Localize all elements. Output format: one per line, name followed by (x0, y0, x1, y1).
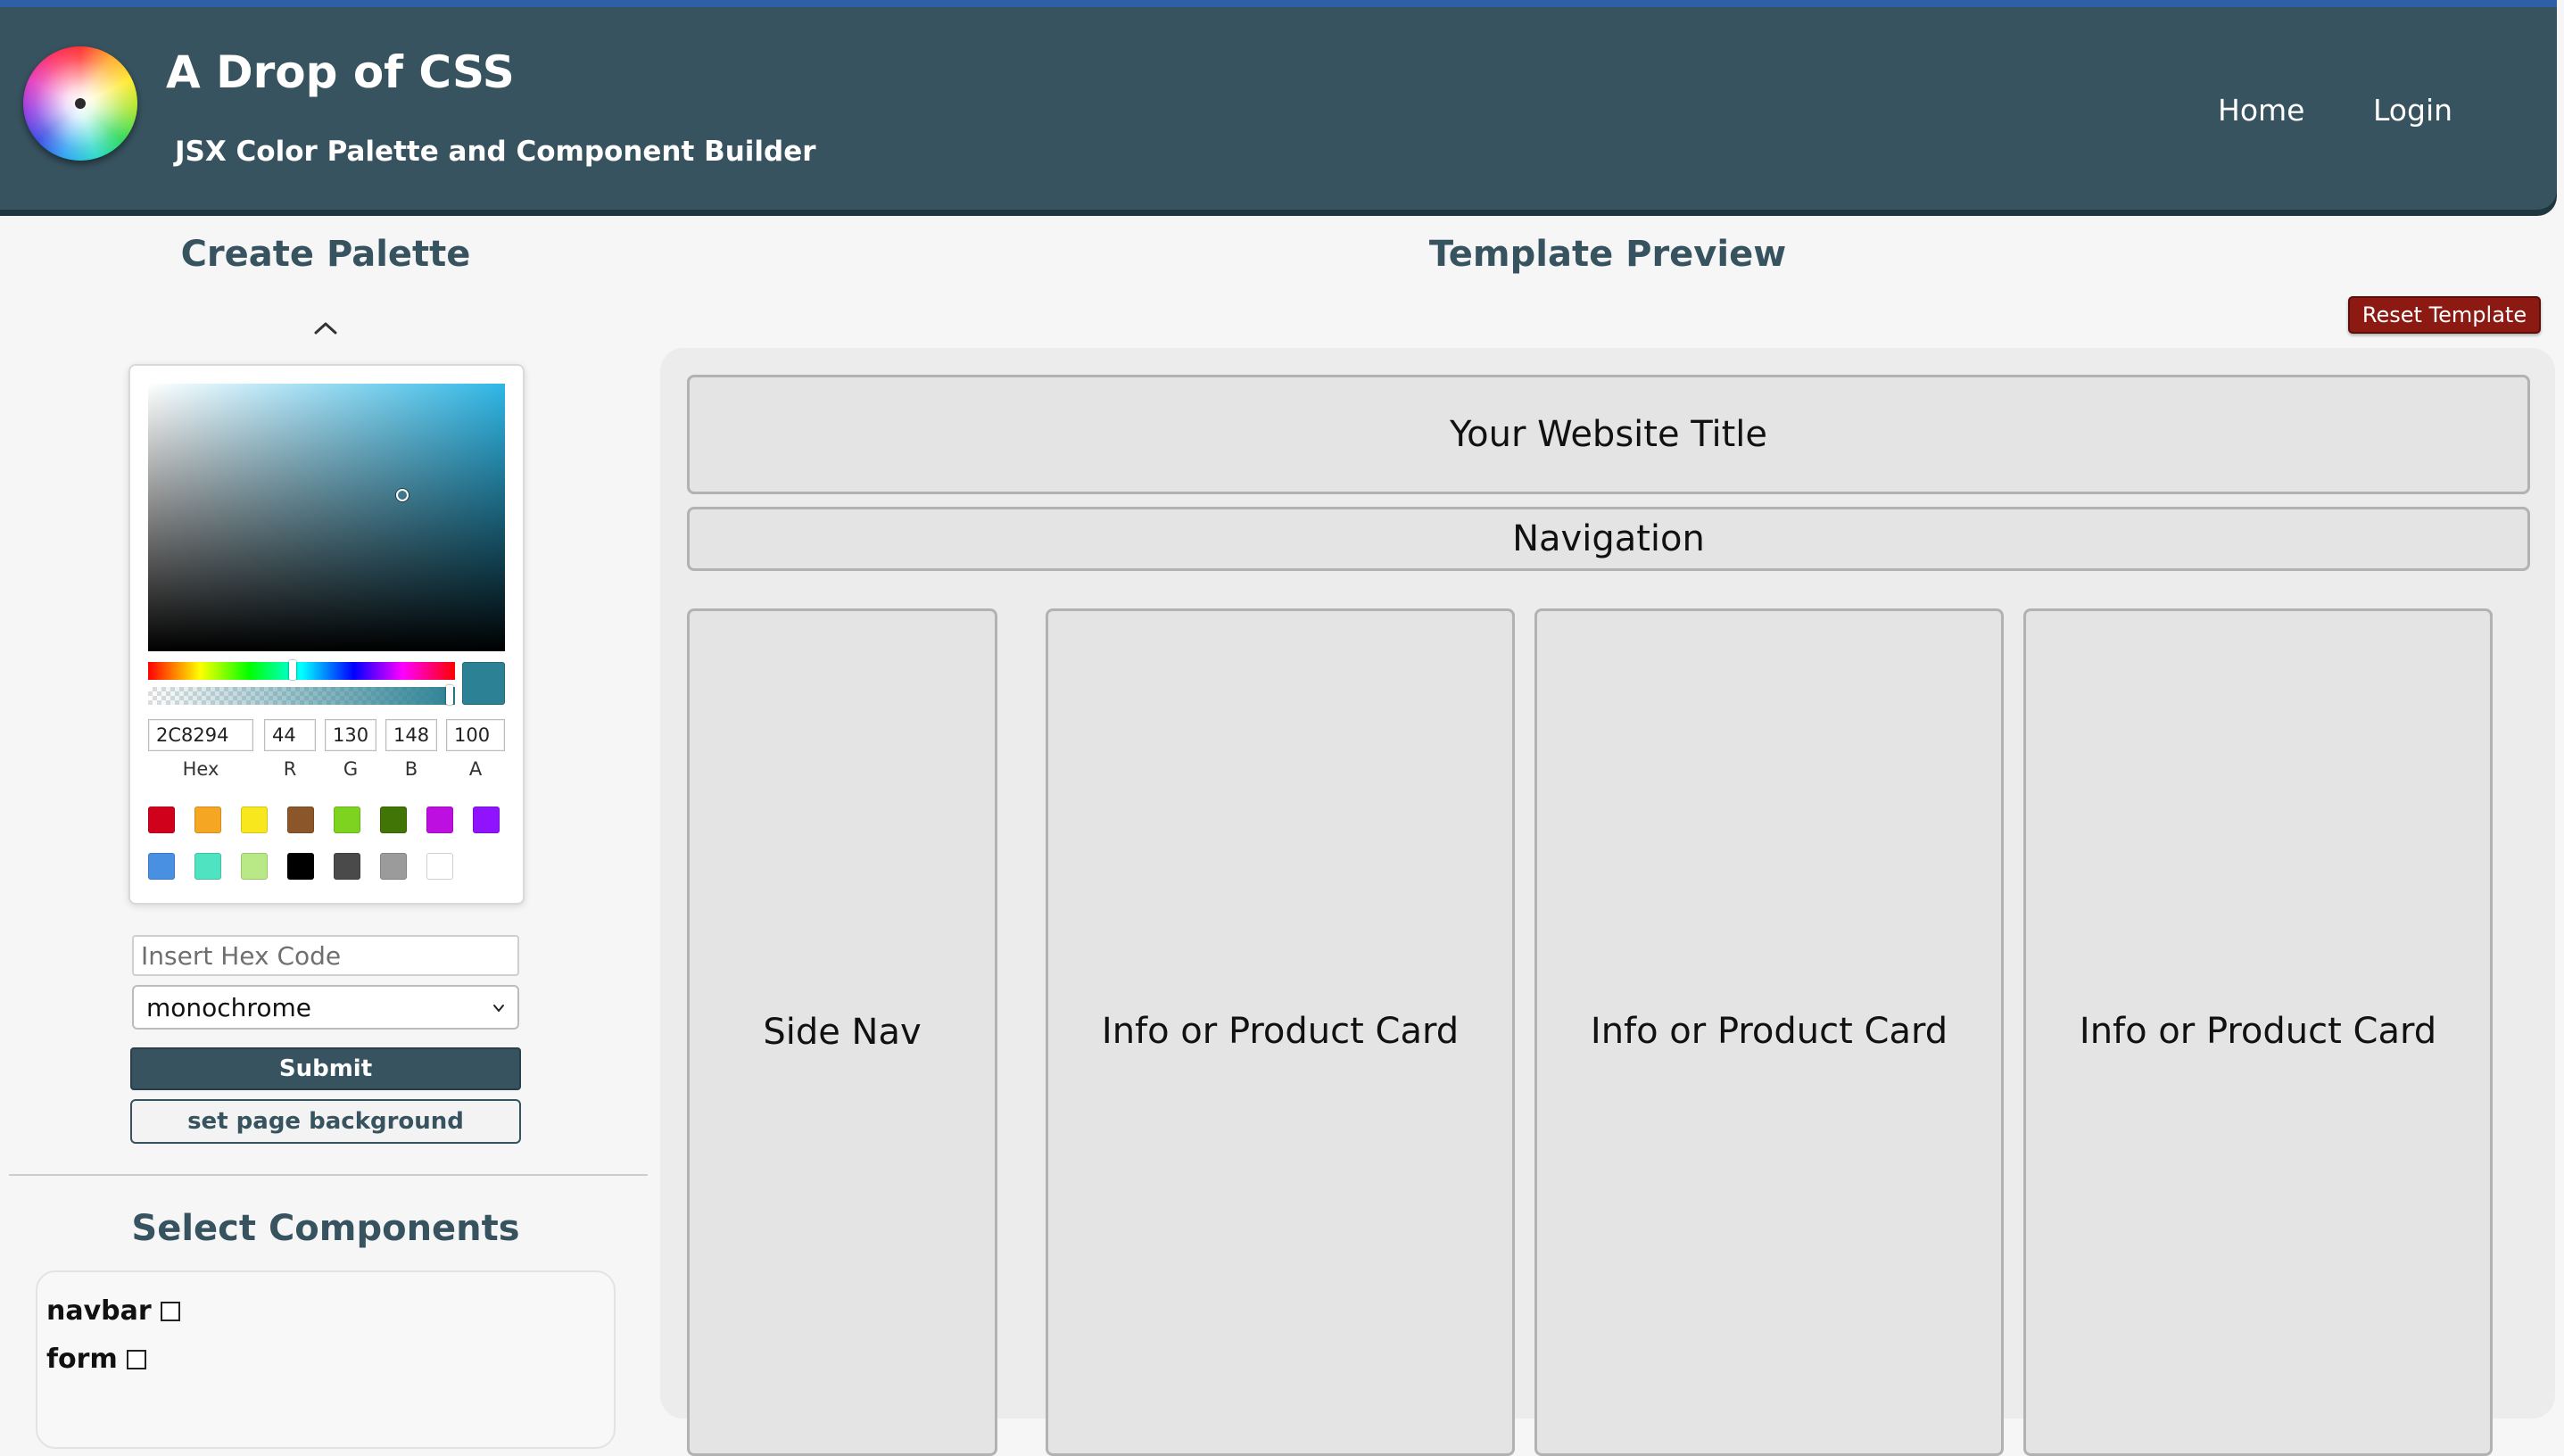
hex-label: Hex (182, 758, 219, 780)
submit-button[interactable]: Submit (130, 1047, 521, 1090)
color-swatch[interactable] (380, 853, 407, 880)
template-card-text: Info or Product Card (1101, 1011, 1460, 1052)
color-swatch[interactable] (473, 807, 500, 833)
select-components-heading: Select Components (131, 1208, 520, 1249)
alpha-label: A (468, 758, 483, 780)
alpha-field[interactable] (446, 719, 505, 751)
template-side-nav-block[interactable]: Side Nav (687, 608, 997, 1456)
color-swatch[interactable] (148, 807, 175, 833)
logo-center-dot (75, 98, 86, 109)
nav-home-link[interactable]: Home (2218, 93, 2304, 128)
color-picker: Hex R G B A (128, 364, 525, 905)
color-swatch[interactable] (194, 807, 221, 833)
blue-label: B (404, 758, 418, 780)
template-card-2[interactable]: Info or Product Card (1534, 608, 2004, 1456)
color-swatch[interactable] (241, 807, 268, 833)
hue-slider-handle[interactable] (289, 660, 296, 680)
red-label: R (283, 758, 297, 780)
app-title: A Drop of CSS (166, 46, 515, 98)
saturation-area[interactable] (148, 384, 505, 651)
component-label: navbar (46, 1295, 152, 1327)
red-field[interactable] (264, 719, 316, 751)
green-label: G (343, 758, 359, 780)
nav-login-link[interactable]: Login (2373, 93, 2452, 128)
create-palette-heading: Create Palette (180, 234, 471, 275)
form-checkbox[interactable] (126, 1349, 146, 1369)
template-preview-area: Your Website Title Navigation Side Nav I… (660, 348, 2555, 1456)
color-swatch[interactable] (194, 853, 221, 880)
alpha-slider[interactable] (148, 687, 455, 705)
chevron-up-icon[interactable] (312, 319, 339, 335)
app-root: A Drop of CSS JSX Color Palette and Comp… (0, 0, 2564, 1456)
palette-mode-value: monochrome (146, 992, 311, 1022)
navbar-checkbox[interactable] (160, 1301, 180, 1321)
color-swatch[interactable] (287, 853, 314, 880)
template-card-text: Info or Product Card (2079, 1011, 2437, 1052)
color-swatch[interactable] (426, 807, 453, 833)
color-swatch[interactable] (426, 853, 453, 880)
color-wheel-icon[interactable] (23, 46, 137, 161)
alpha-slider-handle[interactable] (446, 685, 453, 705)
hue-slider[interactable] (148, 662, 455, 680)
blue-field[interactable] (385, 719, 437, 751)
component-item-form[interactable]: form (46, 1344, 146, 1375)
template-preview-heading: Template Preview (1428, 234, 1787, 275)
template-navigation-block[interactable]: Navigation (687, 507, 2530, 571)
color-swatch[interactable] (380, 807, 407, 833)
component-label: form (46, 1344, 118, 1375)
template-title-text: Your Website Title (1450, 414, 1767, 455)
template-navigation-text: Navigation (1512, 518, 1705, 559)
color-swatch[interactable] (287, 807, 314, 833)
green-field[interactable] (325, 719, 376, 751)
template-card-3[interactable]: Info or Product Card (2023, 608, 2493, 1456)
color-swatch[interactable] (241, 853, 268, 880)
saturation-pointer[interactable] (396, 489, 409, 501)
template-title-block[interactable]: Your Website Title (687, 375, 2530, 494)
section-divider (9, 1174, 648, 1176)
template-card-text: Info or Product Card (1590, 1011, 1948, 1052)
palette-mode-select[interactable]: monochrome (132, 985, 519, 1030)
color-swatch[interactable] (334, 807, 360, 833)
site-header: A Drop of CSS JSX Color Palette and Comp… (0, 0, 2557, 210)
component-item-navbar[interactable]: navbar (46, 1295, 180, 1327)
set-page-background-button[interactable]: set page background (130, 1099, 521, 1144)
app-subtitle: JSX Color Palette and Component Builder (175, 136, 816, 168)
template-card-1[interactable]: Info or Product Card (1046, 608, 1515, 1456)
hex-field[interactable] (148, 719, 253, 751)
reset-template-button[interactable]: Reset Template (2348, 296, 2541, 334)
template-side-nav-text: Side Nav (763, 1012, 922, 1053)
hex-code-input[interactable] (132, 935, 519, 976)
palette-panel: Create Palette Hex R G B A (0, 214, 651, 1449)
components-list: navbar form (36, 1270, 616, 1449)
current-color-preview (462, 662, 505, 705)
chevron-down-icon (493, 1005, 504, 1012)
color-swatch[interactable] (148, 853, 175, 880)
color-swatch[interactable] (334, 853, 360, 880)
